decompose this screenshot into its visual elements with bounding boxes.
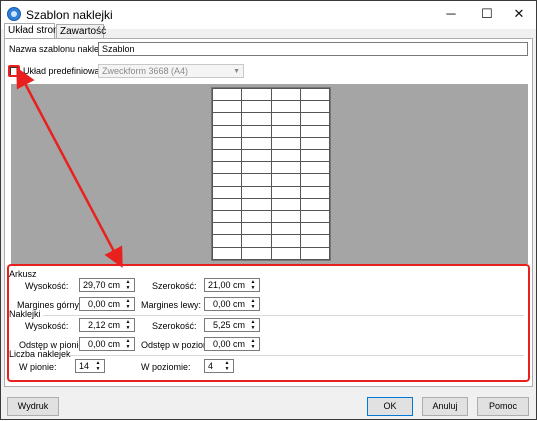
label-row bbox=[211, 173, 331, 187]
label-row bbox=[211, 87, 331, 102]
label-cell bbox=[270, 136, 301, 151]
label-row bbox=[211, 222, 331, 236]
predefined-layout-select[interactable]: Zweckform 3668 (A4) ▼ bbox=[98, 64, 244, 78]
label-cell bbox=[270, 124, 301, 138]
label-row bbox=[211, 124, 331, 138]
label-cell bbox=[270, 197, 301, 212]
label-cell bbox=[211, 100, 243, 114]
label-cell bbox=[299, 173, 331, 187]
label-row bbox=[211, 136, 331, 151]
label-preview bbox=[11, 84, 528, 264]
label-row bbox=[211, 234, 331, 248]
predefined-layout-value: Zweckform 3668 (A4) bbox=[102, 66, 189, 76]
label-cell bbox=[241, 222, 272, 236]
label-cell bbox=[299, 234, 331, 248]
label-cell bbox=[241, 197, 272, 212]
label-cell bbox=[299, 185, 331, 199]
label-row bbox=[211, 185, 331, 199]
annotation-checkbox-highlight bbox=[8, 65, 20, 77]
label-cell bbox=[241, 234, 272, 248]
label-cell bbox=[241, 173, 272, 187]
print-button[interactable]: Wydruk bbox=[7, 397, 59, 416]
label-row bbox=[211, 112, 331, 126]
label-cell bbox=[211, 185, 243, 199]
label-cell bbox=[241, 136, 272, 151]
label-row bbox=[211, 100, 331, 114]
template-name-input[interactable]: Szablon bbox=[98, 42, 528, 56]
label-cell bbox=[211, 210, 243, 224]
label-cell bbox=[299, 222, 331, 236]
label-cell bbox=[241, 124, 272, 138]
app-icon bbox=[7, 7, 21, 21]
preview-sheet bbox=[211, 87, 331, 261]
tab-content[interactable]: Zawartość bbox=[56, 24, 106, 38]
label-cell bbox=[299, 112, 331, 126]
label-cell bbox=[241, 161, 272, 175]
help-button[interactable]: Pomoc bbox=[477, 397, 529, 416]
label-cell bbox=[241, 210, 272, 224]
label-cell bbox=[270, 161, 301, 175]
label-cell bbox=[299, 136, 331, 151]
label-cell bbox=[211, 222, 243, 236]
label-cell bbox=[299, 87, 331, 102]
label-cell bbox=[211, 246, 243, 261]
close-button[interactable]: ✕ bbox=[502, 1, 536, 29]
annotation-settings-highlight bbox=[7, 264, 530, 382]
ok-button[interactable]: OK bbox=[367, 397, 413, 416]
label-row bbox=[211, 197, 331, 212]
label-cell bbox=[211, 197, 243, 212]
label-cell bbox=[270, 100, 301, 114]
label-cell bbox=[211, 149, 243, 163]
label-cell bbox=[270, 246, 301, 261]
maximize-button[interactable]: ☐ bbox=[470, 1, 504, 29]
label-cell bbox=[299, 100, 331, 114]
tab-panel: Nazwa szablonu naklejki: Szablon Układ p… bbox=[4, 38, 533, 387]
label-cell bbox=[211, 234, 243, 248]
label-cell bbox=[241, 87, 272, 102]
label-row bbox=[211, 210, 331, 224]
label-grid bbox=[211, 87, 331, 261]
minimize-button[interactable]: ─ bbox=[434, 1, 468, 29]
dialog-window: Szablon naklejki ─ ☐ ✕ Układ strony Zawa… bbox=[0, 0, 537, 420]
label-cell bbox=[241, 112, 272, 126]
label-cell bbox=[211, 161, 243, 175]
tab-page-layout[interactable]: Układ strony bbox=[4, 23, 64, 38]
label-cell bbox=[299, 124, 331, 138]
template-name-label: Nazwa szablonu naklejki: bbox=[9, 44, 111, 54]
label-cell bbox=[241, 246, 272, 261]
label-row bbox=[211, 149, 331, 163]
label-cell bbox=[270, 234, 301, 248]
label-cell bbox=[299, 210, 331, 224]
label-cell bbox=[270, 210, 301, 224]
label-cell bbox=[211, 136, 243, 151]
label-cell bbox=[241, 149, 272, 163]
label-cell bbox=[270, 173, 301, 187]
label-cell bbox=[299, 246, 331, 261]
window-title: Szablon naklejki bbox=[26, 8, 113, 22]
chevron-down-icon: ▼ bbox=[233, 68, 240, 75]
predefined-layout-label: Układ predefiniowany bbox=[23, 66, 110, 76]
label-cell bbox=[270, 149, 301, 163]
label-cell bbox=[299, 149, 331, 163]
label-cell bbox=[299, 161, 331, 175]
label-cell bbox=[270, 185, 301, 199]
label-cell bbox=[211, 87, 243, 102]
label-cell bbox=[211, 173, 243, 187]
cancel-button[interactable]: Anuluj bbox=[422, 397, 468, 416]
label-cell bbox=[270, 222, 301, 236]
label-cell bbox=[211, 112, 243, 126]
label-cell bbox=[241, 100, 272, 114]
label-cell bbox=[270, 112, 301, 126]
label-cell bbox=[241, 185, 272, 199]
label-cell bbox=[211, 124, 243, 138]
label-cell bbox=[270, 87, 301, 102]
label-row bbox=[211, 161, 331, 175]
label-cell bbox=[299, 197, 331, 212]
label-row bbox=[211, 246, 331, 261]
